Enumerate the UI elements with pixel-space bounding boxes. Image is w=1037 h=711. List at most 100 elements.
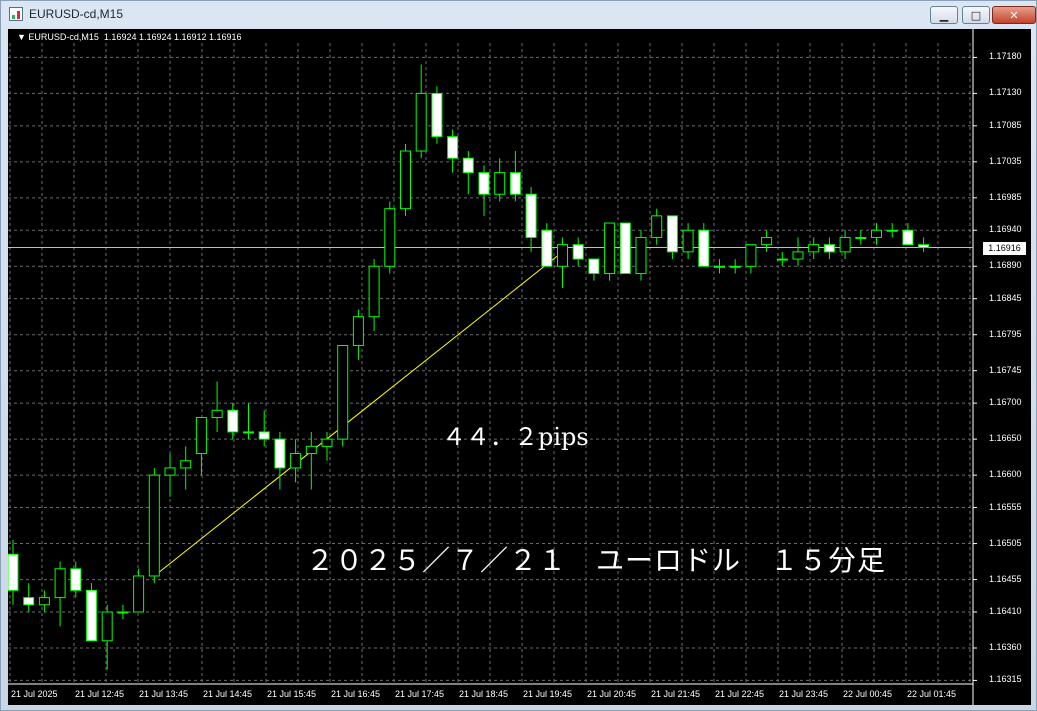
time-tick-label: 21 Jul 23:45 bbox=[779, 689, 829, 699]
pips-annotation: ４４．２pips bbox=[442, 423, 589, 451]
candle-body bbox=[258, 431, 270, 440]
candle-body bbox=[808, 244, 820, 253]
candle-body bbox=[635, 236, 647, 274]
candle-body bbox=[462, 157, 474, 174]
candle-body bbox=[54, 568, 66, 599]
price-tick-label: 1.16600 bbox=[989, 469, 1022, 480]
candle-body bbox=[447, 136, 459, 159]
price-tick-label: 1.16745 bbox=[989, 364, 1022, 375]
candle-body bbox=[886, 229, 898, 232]
candle-body bbox=[101, 611, 113, 642]
time-tick-label: 22 Jul 00:45 bbox=[843, 689, 893, 699]
price-tick-label: 1.16795 bbox=[989, 328, 1022, 339]
price-tick-label: 1.16700 bbox=[989, 397, 1022, 408]
time-tick-label: 21 Jul 12:45 bbox=[75, 689, 125, 699]
candle-body bbox=[321, 438, 333, 447]
candle-body bbox=[148, 474, 160, 577]
candle-body bbox=[729, 265, 741, 268]
candle-body bbox=[290, 453, 302, 469]
candle-body bbox=[651, 215, 663, 238]
price-tick-label: 1.16650 bbox=[989, 433, 1022, 444]
price-tick-label: 1.16410 bbox=[989, 605, 1022, 616]
candle-body bbox=[337, 344, 349, 440]
minimize-icon: ▁ bbox=[939, 8, 949, 22]
time-tick-label: 21 Jul 19:45 bbox=[523, 689, 573, 699]
price-tick-label: 1.16315 bbox=[989, 674, 1022, 685]
candle-body bbox=[918, 244, 930, 249]
candle-body bbox=[839, 236, 851, 253]
price-tick-label: 1.16555 bbox=[989, 501, 1022, 512]
candle-body bbox=[776, 258, 788, 261]
candle-body bbox=[133, 575, 145, 613]
price-tick-label: 1.16890 bbox=[989, 260, 1022, 271]
minimize-button[interactable]: ▁ bbox=[930, 6, 958, 24]
candle-body bbox=[745, 244, 757, 267]
candle-body bbox=[38, 597, 50, 606]
chart-title-annotation: ２０２５／７／２１ ユーロドル １５分足 bbox=[306, 544, 887, 577]
time-tick-label: 21 Jul 15:45 bbox=[267, 689, 317, 699]
price-tick-label: 1.16940 bbox=[989, 224, 1022, 235]
candle-body bbox=[698, 229, 710, 267]
candle-body bbox=[494, 172, 506, 195]
candle-body bbox=[792, 251, 804, 260]
candle-body bbox=[180, 460, 192, 469]
candle-body bbox=[714, 265, 725, 268]
candle-body bbox=[604, 222, 616, 274]
candle-body bbox=[8, 553, 19, 591]
candle-body bbox=[117, 611, 129, 614]
price-chart[interactable]: ▼ EURUSD-cd,M15 1.16924 1.16924 1.16912 … bbox=[8, 29, 1031, 705]
candle-body bbox=[682, 229, 694, 253]
price-tick-label: 1.16455 bbox=[989, 573, 1022, 584]
candle-body bbox=[557, 244, 568, 267]
candle-body bbox=[902, 229, 914, 246]
candle-body bbox=[871, 229, 882, 238]
time-tick-label: 21 Jul 17:45 bbox=[395, 689, 445, 699]
candle-body bbox=[195, 417, 207, 455]
time-tick-label: 21 Jul 21:45 bbox=[651, 689, 701, 699]
candle-body bbox=[352, 316, 364, 346]
candle-body bbox=[619, 222, 631, 274]
close-icon: ✕ bbox=[1009, 8, 1019, 22]
candle-body bbox=[211, 409, 223, 419]
time-tick-label: 21 Jul 14:45 bbox=[203, 689, 253, 699]
candle-body bbox=[86, 589, 97, 642]
candle-body bbox=[478, 172, 490, 195]
candle-body bbox=[855, 236, 867, 239]
bid-price-label: 1.16916 bbox=[983, 241, 1026, 255]
candle-body bbox=[588, 258, 600, 274]
candle-body bbox=[509, 172, 521, 195]
candle-body bbox=[305, 445, 317, 455]
candle-body bbox=[70, 568, 82, 591]
window-title: EURUSD-cd,M15 bbox=[29, 7, 124, 21]
price-tick-label: 1.17085 bbox=[989, 119, 1022, 130]
chart-app-icon bbox=[9, 7, 23, 21]
close-button[interactable]: ✕ bbox=[992, 6, 1036, 24]
price-tick-label: 1.17035 bbox=[989, 155, 1022, 166]
price-tick-label: 1.17180 bbox=[989, 51, 1022, 62]
candle-body bbox=[243, 431, 254, 434]
time-tick-label: 21 Jul 2025 bbox=[11, 689, 58, 699]
maximize-button[interactable]: □ bbox=[962, 6, 990, 24]
time-tick-label: 21 Jul 16:45 bbox=[331, 689, 381, 699]
time-tick-label: 21 Jul 20:45 bbox=[587, 689, 637, 699]
candle-body bbox=[666, 215, 678, 253]
candle-body bbox=[368, 265, 380, 318]
candle-body bbox=[525, 193, 537, 238]
title-bar[interactable]: EURUSD-cd,M15 ▁ □ ✕ bbox=[1, 1, 1036, 29]
chart-window: EURUSD-cd,M15 ▁ □ ✕ ▼ EURUSD-cd,M15 1.16… bbox=[0, 0, 1037, 711]
time-tick-label: 21 Jul 18:45 bbox=[459, 689, 509, 699]
maximize-icon: □ bbox=[970, 8, 982, 22]
time-tick-label: 22 Jul 01:45 bbox=[907, 689, 957, 699]
candle-body bbox=[431, 92, 443, 138]
price-tick-label: 1.16985 bbox=[989, 191, 1022, 202]
candle-body bbox=[415, 92, 427, 152]
candle-body bbox=[227, 409, 239, 433]
price-tick-label: 1.17130 bbox=[989, 87, 1022, 98]
candle-body bbox=[164, 467, 176, 476]
time-tick-label: 21 Jul 13:45 bbox=[139, 689, 189, 699]
candle-body bbox=[761, 236, 773, 246]
candle-body bbox=[823, 244, 835, 253]
price-tick-label: 1.16845 bbox=[989, 292, 1022, 303]
chart-canvas bbox=[8, 29, 977, 705]
candle-body bbox=[274, 438, 286, 469]
